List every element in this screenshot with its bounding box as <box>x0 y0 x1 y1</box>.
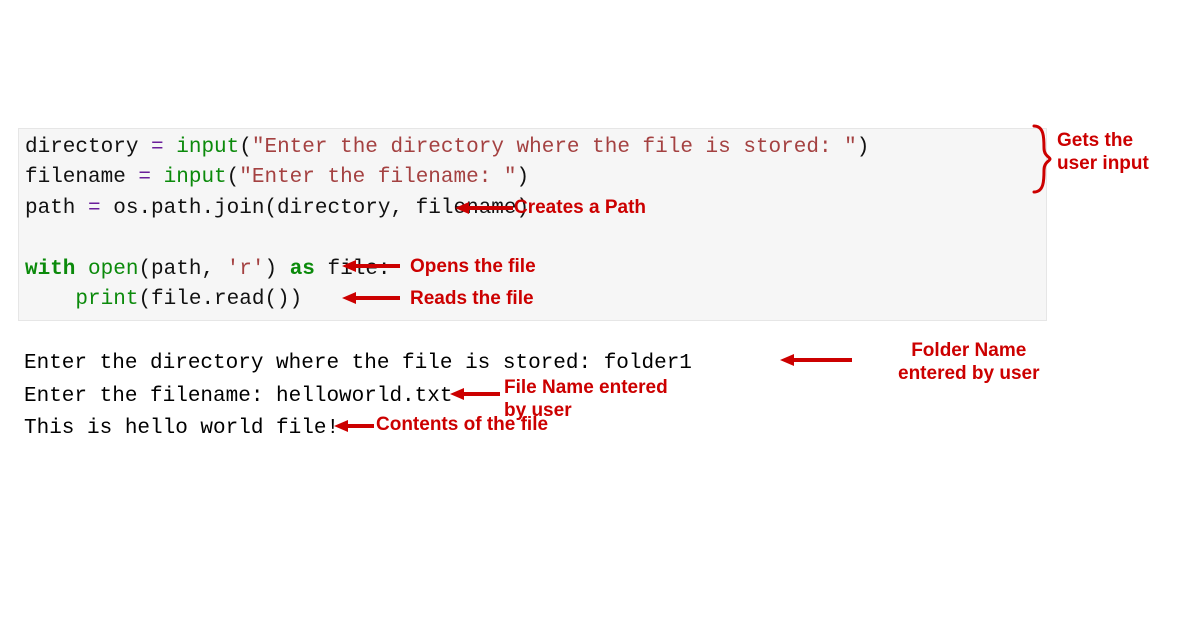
code-paren: ( <box>227 166 240 189</box>
code-var: directory <box>25 136 151 159</box>
output-line: This is hello world file! <box>24 417 339 440</box>
code-eq: = <box>151 136 176 159</box>
code-fn: print <box>75 288 138 311</box>
code-eq: = <box>138 166 163 189</box>
code-var: filename <box>25 166 138 189</box>
code-paren: ) <box>264 258 289 281</box>
output-line: Enter the directory where the file is st… <box>24 352 692 375</box>
code-paren: ( <box>239 136 252 159</box>
code-string: "Enter the directory where the file is s… <box>252 136 857 159</box>
code-keyword: with <box>25 258 88 281</box>
arrow-icon <box>450 386 500 402</box>
annotation-reads-file: Reads the file <box>410 288 534 311</box>
code-paren: ( <box>138 258 151 281</box>
code-keyword: as <box>290 258 328 281</box>
code-paren: ) <box>857 136 870 159</box>
code-var: path <box>25 197 88 220</box>
code-fn: input <box>164 166 227 189</box>
code-string: "Enter the filename: " <box>239 166 516 189</box>
arrow-icon <box>334 418 374 434</box>
annotation-opens-file: Opens the file <box>410 256 536 279</box>
output-line: Enter the filename: helloworld.txt <box>24 385 452 408</box>
code-fn: input <box>176 136 239 159</box>
code-rest: (file.read()) <box>138 288 302 311</box>
code-arg: path, <box>151 258 227 281</box>
code-eq: = <box>88 197 113 220</box>
code-fn: open <box>88 258 138 281</box>
code-indent <box>25 288 75 311</box>
annotation-creates-path: Creates a Path <box>514 197 646 220</box>
annotation-folder-name: Folder Name entered by user <box>898 340 1040 386</box>
arrow-icon <box>342 258 400 274</box>
brace-icon <box>1032 124 1052 199</box>
arrow-icon <box>455 200 513 216</box>
annotation-gets-input: Gets the user input <box>1057 130 1149 176</box>
code-string: 'r' <box>227 258 265 281</box>
annotation-contents: Contents of the file <box>376 414 548 437</box>
arrow-icon <box>780 352 852 368</box>
code-paren: ) <box>517 166 530 189</box>
arrow-icon <box>342 290 400 306</box>
